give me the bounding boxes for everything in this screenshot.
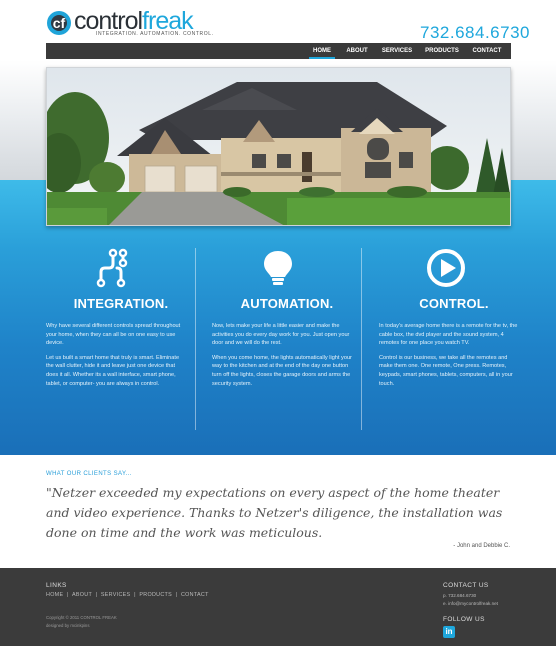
connected-nodes-icon bbox=[93, 248, 133, 288]
footer-links: HOME | ABOUT | SERVICES | PRODUCTS | CON… bbox=[46, 592, 209, 598]
footer-links-heading: LINKS bbox=[46, 582, 67, 589]
testimonial-quote: "Netzer exceeded my expectations on ever… bbox=[46, 485, 503, 540]
footer-link-contact[interactable]: CONTACT bbox=[181, 592, 209, 598]
feature-body: Now, lets make your life a little easier… bbox=[212, 322, 352, 394]
feature-paragraph: Control is our business, we take all the… bbox=[379, 354, 513, 387]
column-divider bbox=[361, 248, 362, 430]
nav-contact[interactable]: CONTACT bbox=[470, 43, 504, 59]
column-divider bbox=[195, 248, 196, 430]
play-circle-icon bbox=[426, 248, 466, 288]
house-illustration bbox=[47, 68, 510, 225]
footer-contact-phone[interactable]: p. 732.684.6730 bbox=[443, 593, 476, 598]
feature-body: Why have several different controls spre… bbox=[46, 322, 186, 394]
footer-contact-email[interactable]: e. info@mycontrolfreak.net bbox=[443, 601, 498, 606]
site-footer bbox=[0, 568, 556, 646]
feature-title: INTEGRATION. bbox=[73, 296, 169, 311]
footer-link-services[interactable]: SERVICES bbox=[101, 592, 131, 598]
footer-link-separator: | bbox=[173, 592, 180, 598]
hero-image bbox=[46, 67, 511, 226]
linkedin-icon[interactable]: in bbox=[443, 626, 455, 638]
footer-follow-heading: FOLLOW US bbox=[443, 616, 485, 623]
feature-paragraph: When you come home, the lights automatic… bbox=[212, 354, 352, 387]
footer-link-products[interactable]: PRODUCTS bbox=[139, 592, 172, 598]
nav-home[interactable]: HOME bbox=[309, 43, 335, 59]
logo-mark-letter: cf bbox=[52, 15, 66, 31]
feature-title: CONTROL. bbox=[419, 296, 489, 311]
footer-contact-heading: CONTACT US bbox=[443, 582, 489, 589]
nav-services[interactable]: SERVICES bbox=[380, 43, 414, 59]
footer-link-separator: | bbox=[93, 592, 100, 598]
logo-tagline: INTEGRATION. AUTOMATION. CONTROL. bbox=[96, 31, 214, 37]
footer-link-about[interactable]: ABOUT bbox=[72, 592, 92, 598]
feature-body: In today's average home there is a remot… bbox=[379, 322, 519, 394]
testimonial-author: - John and Debbie C. bbox=[453, 543, 510, 549]
nav-products[interactable]: PRODUCTS bbox=[424, 43, 460, 59]
footer-link-home[interactable]: HOME bbox=[46, 592, 63, 598]
feature-paragraph: Now, lets make your life a little easier… bbox=[212, 323, 350, 347]
feature-title: AUTOMATION. bbox=[240, 296, 334, 311]
feature-paragraph: In today's average home there is a remot… bbox=[379, 323, 518, 347]
feature-paragraph: Why have several different controls spre… bbox=[46, 323, 181, 347]
nav-about[interactable]: ABOUT bbox=[344, 43, 370, 59]
footer-copyright: Copyright © 2011 CONTROL FREAK bbox=[46, 615, 117, 620]
header-phone[interactable]: 732.684.6730 bbox=[420, 23, 530, 43]
testimonial-label: WHAT OUR CLIENTS SAY... bbox=[46, 471, 132, 477]
footer-link-separator: | bbox=[65, 592, 71, 598]
footer-designer-credit[interactable]: designed by mcinkpins bbox=[46, 623, 89, 628]
lightbulb-icon bbox=[258, 248, 298, 288]
feature-paragraph: Let us built a smart home that truly is … bbox=[46, 354, 180, 387]
footer-link-separator: | bbox=[132, 592, 138, 598]
main-nav: HOME ABOUT SERVICES PRODUCTS CONTACT bbox=[46, 43, 511, 59]
